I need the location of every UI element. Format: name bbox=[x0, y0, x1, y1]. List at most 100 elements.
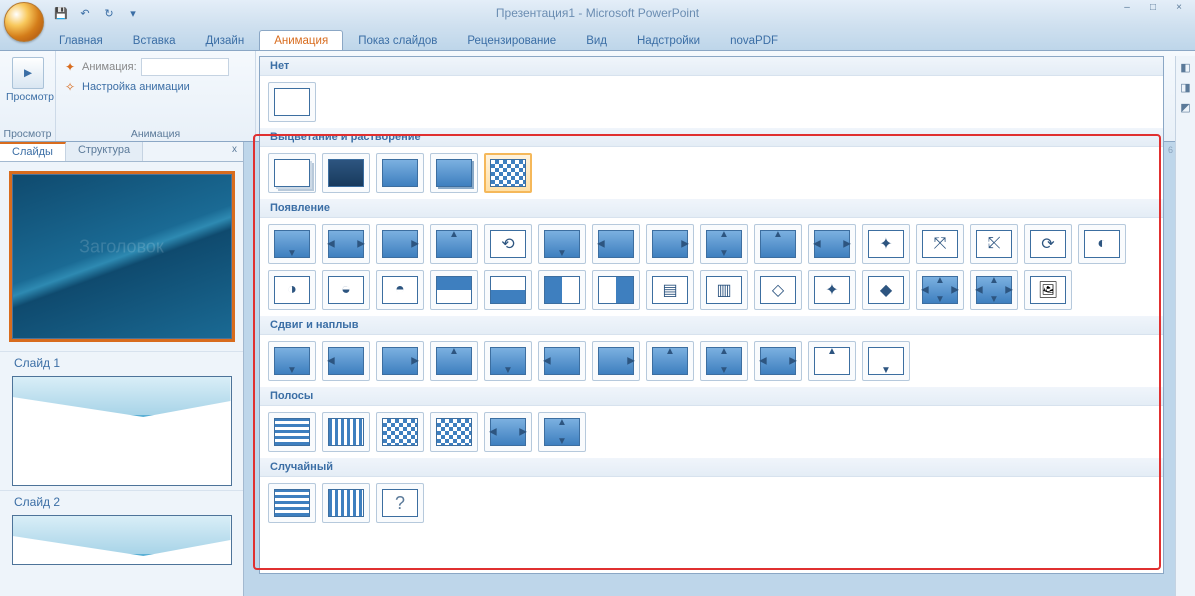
transition-fade-2[interactable] bbox=[322, 153, 370, 193]
transition-appear-21[interactable] bbox=[484, 270, 532, 310]
category-body-bars: ◀▶ ▲▼ bbox=[260, 406, 1163, 458]
tab-view[interactable]: Вид bbox=[571, 30, 622, 50]
transition-push-12[interactable]: ▼ bbox=[862, 341, 910, 381]
category-body-appear: ▼ ◀▶ ▶ ▲ ⟲ ▼ ◀ ▶ ▲▼ ▲ ◀▶ ✦ ⤧ ⤪ ⟳ ◐ ◑ ◒ ◓… bbox=[260, 218, 1163, 316]
slides-pane-tabs: Слайды Структура x bbox=[0, 142, 243, 162]
transition-appear-25[interactable]: ▥ bbox=[700, 270, 748, 310]
transition-appear-28[interactable]: ◆ bbox=[862, 270, 910, 310]
transition-appear-1[interactable]: ▼ bbox=[268, 224, 316, 264]
animation-combo[interactable] bbox=[141, 58, 229, 76]
transition-appear-26[interactable]: ◇ bbox=[754, 270, 802, 310]
transition-bars-4[interactable] bbox=[430, 412, 478, 452]
transition-push-8[interactable]: ▲ bbox=[646, 341, 694, 381]
transition-push-5[interactable]: ▼ bbox=[484, 341, 532, 381]
transition-dissolve[interactable] bbox=[484, 153, 532, 193]
transition-appear-13[interactable]: ⤧ bbox=[916, 224, 964, 264]
transition-appear-30[interactable]: ◀▶▲▼ bbox=[970, 270, 1018, 310]
slide-item-1[interactable]: Слайд 1 bbox=[0, 351, 243, 486]
transition-appear-24[interactable]: ▤ bbox=[646, 270, 694, 310]
transition-random-2[interactable] bbox=[322, 483, 370, 523]
tab-insert[interactable]: Вставка bbox=[118, 30, 191, 50]
taskpane-icon-2[interactable]: ◨ bbox=[1177, 78, 1195, 96]
transition-appear-29[interactable]: ◀▶▲▼ bbox=[916, 270, 964, 310]
minimize-button[interactable]: – bbox=[1115, 2, 1139, 18]
tab-review[interactable]: Рецензирование bbox=[452, 30, 571, 50]
transition-appear-14[interactable]: ⤪ bbox=[970, 224, 1018, 264]
transition-appear-7[interactable]: ◀ bbox=[592, 224, 640, 264]
transition-appear-19[interactable]: ◓ bbox=[376, 270, 424, 310]
transition-push-2[interactable]: ◀ bbox=[322, 341, 370, 381]
group-animation: ✦ Анимация: ✧ Настройка анимации Анимаци… bbox=[56, 51, 256, 141]
transition-appear-31[interactable]: 🖼 bbox=[1024, 270, 1072, 310]
transition-bars-3[interactable] bbox=[376, 412, 424, 452]
tab-addins[interactable]: Надстройки bbox=[622, 30, 715, 50]
custom-animation-button[interactable]: ✧ Настройка анимации bbox=[62, 79, 249, 95]
preview-button[interactable]: ▶ Просмотр bbox=[6, 57, 50, 103]
wave-decoration-2 bbox=[13, 516, 231, 556]
transition-appear-9[interactable]: ▲▼ bbox=[700, 224, 748, 264]
tab-home[interactable]: Главная bbox=[44, 30, 118, 50]
transition-push-9[interactable]: ▲▼ bbox=[700, 341, 748, 381]
transition-appear-3[interactable]: ▶ bbox=[376, 224, 424, 264]
transition-appear-5[interactable]: ⟲ bbox=[484, 224, 532, 264]
transition-push-10[interactable]: ◀▶ bbox=[754, 341, 802, 381]
slide-thumb-1b[interactable] bbox=[12, 376, 232, 486]
transition-appear-2[interactable]: ◀▶ bbox=[322, 224, 370, 264]
taskpane-icon-3[interactable]: ◩ bbox=[1177, 98, 1195, 116]
office-button[interactable] bbox=[4, 2, 44, 42]
transition-appear-27[interactable]: ✦ bbox=[808, 270, 856, 310]
transition-appear-11[interactable]: ◀▶ bbox=[808, 224, 856, 264]
transition-bars-5[interactable]: ◀▶ bbox=[484, 412, 532, 452]
ruler-tick: 6 bbox=[1168, 145, 1173, 155]
transition-appear-15[interactable]: ⟳ bbox=[1024, 224, 1072, 264]
undo-icon[interactable]: ↶ bbox=[76, 4, 94, 22]
slide-item-2[interactable]: Слайд 2 bbox=[0, 490, 243, 565]
outline-tab[interactable]: Структура bbox=[66, 142, 143, 161]
transition-bars-2[interactable] bbox=[322, 412, 370, 452]
transition-appear-8[interactable]: ▶ bbox=[646, 224, 694, 264]
redo-icon[interactable]: ↻ bbox=[100, 4, 118, 22]
save-icon[interactable]: 💾 bbox=[52, 4, 70, 22]
transition-push-3[interactable]: ▶ bbox=[376, 341, 424, 381]
transition-appear-6[interactable]: ▼ bbox=[538, 224, 586, 264]
transition-appear-17[interactable]: ◑ bbox=[268, 270, 316, 310]
tab-slideshow[interactable]: Показ слайдов bbox=[343, 30, 452, 50]
transition-bars-6[interactable]: ▲▼ bbox=[538, 412, 586, 452]
tab-novapdf[interactable]: novaPDF bbox=[715, 30, 793, 50]
slide-thumb-2[interactable] bbox=[12, 515, 232, 565]
close-button[interactable]: × bbox=[1167, 2, 1191, 18]
slide-thumb-1[interactable]: Заголовок bbox=[12, 174, 232, 339]
slides-pane-close[interactable]: x bbox=[226, 142, 243, 161]
slides-tab[interactable]: Слайды bbox=[0, 142, 66, 161]
transition-push-7[interactable]: ▶ bbox=[592, 341, 640, 381]
transition-gallery-dropdown: Нет Выцветание и растворение Появление ▼… bbox=[259, 56, 1164, 574]
transition-random-question[interactable]: ? bbox=[376, 483, 424, 523]
transition-appear-4[interactable]: ▲ bbox=[430, 224, 478, 264]
transition-appear-10[interactable]: ▲ bbox=[754, 224, 802, 264]
transition-random-1[interactable] bbox=[268, 483, 316, 523]
taskpane-icon-1[interactable]: ◧ bbox=[1177, 58, 1195, 76]
group-preview: ▶ Просмотр Просмотр bbox=[0, 51, 56, 141]
tab-animation[interactable]: Анимация bbox=[259, 30, 343, 50]
transition-appear-22[interactable] bbox=[538, 270, 586, 310]
transition-fade-3[interactable] bbox=[376, 153, 424, 193]
transition-appear-20[interactable] bbox=[430, 270, 478, 310]
qat-more-icon[interactable]: ▾ bbox=[124, 4, 142, 22]
transition-bars-1[interactable] bbox=[268, 412, 316, 452]
transition-appear-18[interactable]: ◒ bbox=[322, 270, 370, 310]
transition-appear-23[interactable] bbox=[592, 270, 640, 310]
transition-appear-16[interactable]: ◐ bbox=[1078, 224, 1126, 264]
transition-none[interactable] bbox=[268, 82, 316, 122]
transition-push-1[interactable]: ▼ bbox=[268, 341, 316, 381]
transition-push-4[interactable]: ▲ bbox=[430, 341, 478, 381]
transition-fade-4[interactable] bbox=[430, 153, 478, 193]
transition-fade-1[interactable] bbox=[268, 153, 316, 193]
transition-push-6[interactable]: ◀ bbox=[538, 341, 586, 381]
transition-appear-12[interactable]: ✦ bbox=[862, 224, 910, 264]
maximize-button[interactable]: □ bbox=[1141, 2, 1165, 18]
transition-push-11[interactable]: ▲ bbox=[808, 341, 856, 381]
tab-design[interactable]: Дизайн bbox=[191, 30, 260, 50]
right-task-pane-collapsed: ◧ ◨ ◩ bbox=[1175, 56, 1195, 596]
title-bar: 💾 ↶ ↻ ▾ Презентация1 - Microsoft PowerPo… bbox=[0, 0, 1195, 26]
animation-combo-row: ✦ Анимация: bbox=[62, 58, 249, 76]
